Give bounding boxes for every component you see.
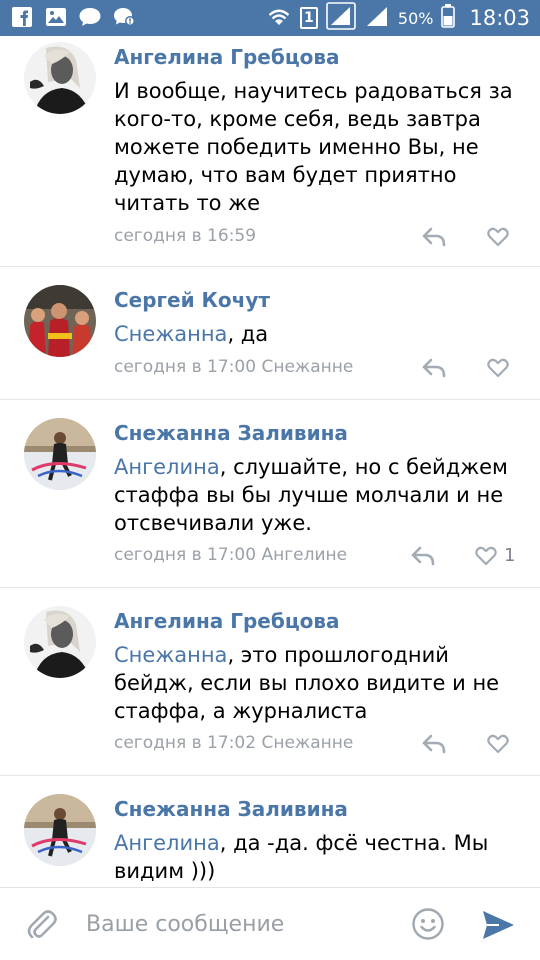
comment-text-content: И вообще, научитесь радоваться за кого-т… bbox=[114, 79, 513, 215]
avatar[interactable] bbox=[24, 285, 96, 357]
comment-body: Сергей Кочут Снежанна, да bbox=[114, 286, 520, 348]
avatar[interactable] bbox=[24, 418, 96, 490]
reply-icon[interactable] bbox=[421, 226, 447, 248]
sim-badge: 1 bbox=[299, 7, 318, 29]
battery-icon bbox=[441, 4, 456, 32]
comment-author[interactable]: Ангелина Гребцова bbox=[114, 607, 520, 635]
avatar[interactable] bbox=[24, 606, 96, 678]
comment-body: Снежанна Заливина Ангелина, слушайте, но… bbox=[114, 419, 520, 537]
heart-icon[interactable] bbox=[486, 357, 510, 379]
messenger-icon bbox=[112, 5, 136, 29]
reply-icon[interactable] bbox=[410, 545, 436, 567]
like-count: 1 bbox=[504, 545, 516, 566]
reply-icon[interactable] bbox=[421, 733, 447, 755]
gallery-icon bbox=[44, 5, 68, 29]
mention-link[interactable]: Ангелина bbox=[114, 831, 220, 855]
signal-icon bbox=[326, 2, 356, 34]
status-bar: 1 50% 18:03 bbox=[0, 0, 540, 36]
comment-text: И вообще, научитесь радоваться за кого-т… bbox=[114, 77, 520, 217]
comment-item: Ангелина Гребцова И вообще, научитесь ра… bbox=[0, 36, 540, 267]
heart-icon[interactable] bbox=[486, 733, 510, 755]
comment-body: Ангелина Гребцова И вообще, научитесь ра… bbox=[114, 43, 520, 217]
comment-item: Снежанна Заливина Ангелина, да -да. фсё … bbox=[0, 776, 540, 887]
message-input-bar bbox=[0, 887, 540, 960]
heart-icon[interactable] bbox=[486, 226, 510, 248]
comment-item: Снежанна Заливина Ангелина, слушайте, но… bbox=[0, 400, 540, 588]
comment-text: Ангелина, слушайте, но с бейджем стаффа … bbox=[114, 453, 520, 537]
comment-body: Ангелина Гребцова Снежанна, это прошлого… bbox=[114, 607, 520, 725]
system-indicators: 1 50% 18:03 bbox=[266, 0, 530, 36]
comment-author[interactable]: Сергей Кочут bbox=[114, 286, 520, 314]
notification-icons bbox=[10, 5, 136, 29]
comment-text: Снежанна, это прошлогодний бейдж, если в… bbox=[114, 641, 520, 725]
comment-author[interactable]: Снежанна Заливина bbox=[114, 795, 520, 823]
send-icon[interactable] bbox=[481, 908, 515, 942]
comment-text: Снежанна, да bbox=[114, 320, 520, 348]
comment-item: Ангелина Гребцова Снежанна, это прошлого… bbox=[0, 588, 540, 776]
emoji-icon[interactable] bbox=[411, 907, 445, 941]
avatar[interactable] bbox=[24, 794, 96, 866]
signal-icon-2 bbox=[364, 4, 390, 32]
wifi-icon bbox=[266, 4, 292, 32]
comment-body: Снежанна Заливина Ангелина, да -да. фсё … bbox=[114, 795, 520, 885]
comment-item: Сергей Кочут Снежанна, да сегодня в 17:0… bbox=[0, 267, 540, 400]
comment-author[interactable]: Снежанна Заливина bbox=[114, 419, 520, 447]
comment-meta: сегодня в 16:59 bbox=[114, 226, 257, 246]
comment-meta: сегодня в 17:00 Снежанне bbox=[114, 357, 354, 377]
heart-icon[interactable] bbox=[474, 545, 498, 567]
avatar[interactable] bbox=[24, 42, 96, 114]
comment-list[interactable]: Ангелина Гребцова И вообще, научитесь ра… bbox=[0, 36, 540, 887]
mention-link[interactable]: Снежанна bbox=[114, 322, 227, 346]
attach-icon[interactable] bbox=[26, 908, 58, 942]
comment-text-content: , да bbox=[227, 322, 269, 346]
comment-meta: сегодня в 17:02 Снежанне bbox=[114, 733, 354, 753]
battery-percent: 50% bbox=[397, 8, 434, 28]
comment-text: Ангелина, да -да. фсё честна. Мы видим )… bbox=[114, 829, 520, 885]
chat-icon bbox=[78, 5, 102, 29]
facebook-icon bbox=[10, 5, 34, 29]
comment-author[interactable]: Ангелина Гребцова bbox=[114, 43, 520, 71]
reply-icon[interactable] bbox=[421, 357, 447, 379]
clock: 18:03 bbox=[469, 6, 530, 30]
mention-link[interactable]: Снежанна bbox=[114, 643, 227, 667]
comment-meta: сегодня в 17:00 Ангелине bbox=[114, 545, 348, 565]
mention-link[interactable]: Ангелина bbox=[114, 455, 220, 479]
message-input[interactable] bbox=[86, 906, 386, 942]
